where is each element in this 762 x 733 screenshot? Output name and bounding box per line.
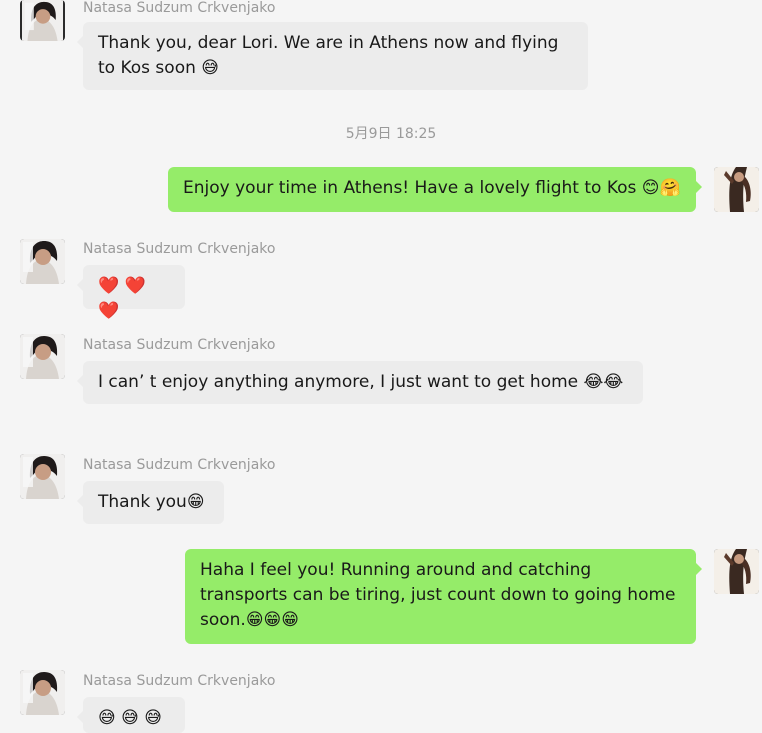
avatar-portrait-icon [714, 549, 759, 594]
sender-name: Natasa Sudzum Crkvenjako [83, 457, 276, 473]
contact-avatar[interactable] [20, 334, 65, 379]
contact-avatar[interactable] [20, 239, 65, 284]
avatar-portrait-icon [714, 167, 759, 212]
avatar-portrait-icon [22, 0, 63, 41]
message-text: Enjoy your time in Athens! Have a lovely… [183, 178, 681, 198]
message-text: Thank you, dear Lori. We are in Athens n… [98, 33, 559, 78]
incoming-message-bubble[interactable]: 😅 😅 😅 [77, 697, 185, 733]
avatar-portrait-icon [20, 239, 65, 284]
avatar-portrait-icon [20, 670, 65, 715]
outgoing-message-bubble[interactable]: Enjoy your time in Athens! Have a lovely… [168, 167, 702, 212]
my-avatar[interactable] [714, 549, 759, 594]
my-avatar[interactable] [714, 167, 759, 212]
sender-name: Natasa Sudzum Crkvenjako [83, 241, 276, 257]
avatar-portrait-icon [20, 334, 65, 379]
sender-name: Natasa Sudzum Crkvenjako [83, 337, 276, 353]
contact-avatar[interactable] [20, 0, 65, 41]
contact-avatar[interactable] [20, 454, 65, 499]
avatar-portrait-icon [20, 454, 65, 499]
incoming-message-bubble[interactable]: I can’ t enjoy anything anymore, I just … [77, 361, 643, 404]
message-text: ❤️ ❤️ ❤️ [98, 276, 146, 321]
incoming-message-bubble[interactable]: Thank you, dear Lori. We are in Athens n… [77, 22, 588, 90]
message-timestamp: 5月9日 18:25 [345, 126, 437, 142]
incoming-message-bubble[interactable]: Thank you😁 [77, 481, 224, 524]
message-text: Haha I feel you! Running around and catc… [200, 560, 676, 630]
message-text: 😅 😅 😅 [98, 708, 162, 728]
sender-name: Natasa Sudzum Crkvenjako [83, 0, 276, 16]
message-text: Thank you😁 [98, 492, 205, 512]
outgoing-message-bubble[interactable]: Haha I feel you! Running around and catc… [185, 549, 702, 644]
incoming-message-bubble[interactable]: ❤️ ❤️ ❤️ [77, 265, 185, 321]
message-text: I can’ t enjoy anything anymore, I just … [98, 372, 624, 392]
contact-avatar[interactable] [20, 670, 65, 715]
sender-name: Natasa Sudzum Crkvenjako [83, 673, 276, 689]
